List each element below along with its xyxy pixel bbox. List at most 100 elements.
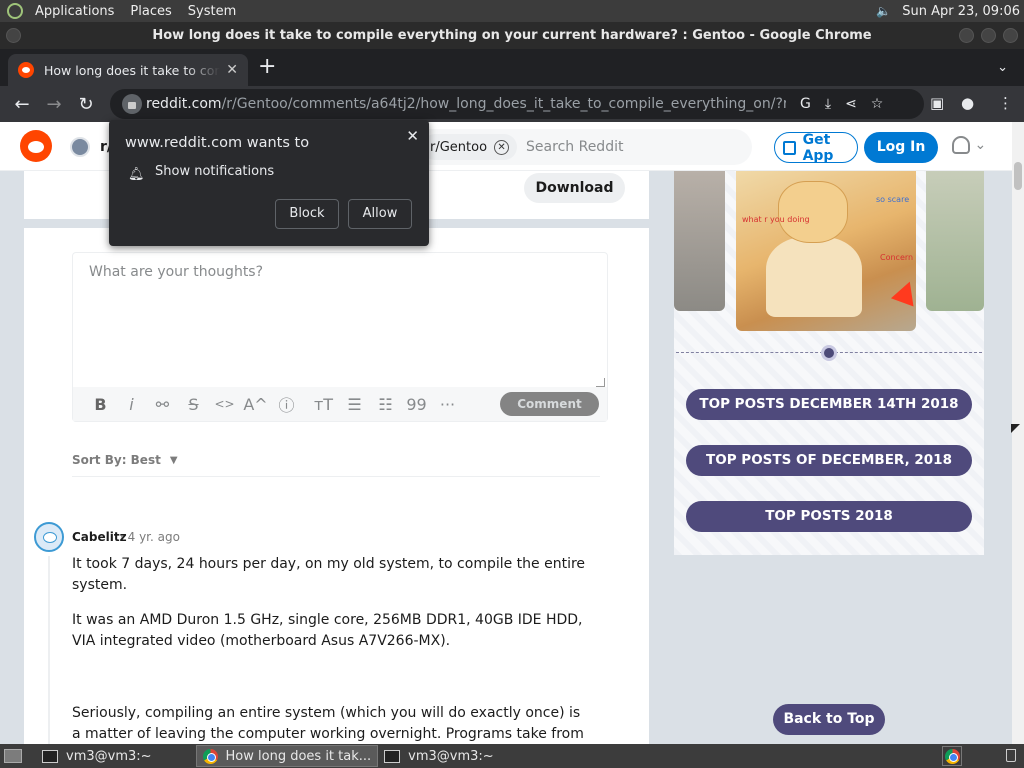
popup-title: www.reddit.com wants to: [125, 135, 310, 151]
bulleted-list-icon[interactable]: ☰: [339, 395, 370, 414]
get-app-button[interactable]: Get App: [774, 132, 858, 164]
carousel-indicator[interactable]: [821, 345, 837, 361]
top-panel: Applications Places System 🔈 Sun Apr 23,…: [0, 0, 1024, 22]
taskbar-item-terminal[interactable]: vm3@vm3:~: [378, 745, 500, 767]
top-posts-day-button[interactable]: TOP POSTS DECEMBER 14TH 2018: [686, 389, 972, 420]
more-options-icon[interactable]: ···: [432, 395, 463, 414]
back-to-top-button[interactable]: Back to Top: [773, 704, 885, 735]
site-info-icon[interactable]: [122, 94, 142, 114]
close-icon[interactable]: ✕: [406, 127, 419, 145]
scrollbar-thumb[interactable]: [1014, 162, 1022, 190]
meme-caption: so scare: [876, 195, 910, 204]
chrome-icon: [944, 748, 960, 764]
carousel-image-left[interactable]: [674, 171, 725, 311]
login-button[interactable]: Log In: [864, 132, 938, 163]
mouse-pointer-icon: [1011, 424, 1020, 433]
maximize-icon[interactable]: [981, 28, 996, 43]
spoiler-icon[interactable]: ⓘ: [271, 392, 302, 416]
window-title-bar[interactable]: How long does it take to compile everyth…: [0, 22, 1024, 49]
link-icon[interactable]: ⚯: [147, 395, 178, 414]
volume-icon[interactable]: 🔈: [876, 4, 892, 18]
top-posts-month-button[interactable]: TOP POSTS OF DECEMBER, 2018: [686, 445, 972, 476]
google-lens-icon[interactable]: G: [800, 96, 811, 112]
comment-timestamp[interactable]: · 4 yr. ago: [120, 530, 180, 544]
carousel-image-right[interactable]: [926, 171, 984, 311]
page-scrollbar[interactable]: [1012, 122, 1024, 744]
search-input[interactable]: Search Reddit: [526, 139, 623, 155]
reload-button[interactable]: ↻: [70, 94, 102, 115]
italic-icon[interactable]: i: [116, 395, 147, 414]
caret-down-icon: ▼: [169, 454, 178, 466]
comment-input[interactable]: What are your thoughts?: [89, 264, 263, 280]
reddit-favicon-icon: [18, 62, 34, 78]
profile-avatar-icon[interactable]: ●: [961, 94, 974, 112]
divider: [72, 476, 600, 477]
carousel-image-doge[interactable]: what r you doing so scare Concern: [736, 171, 922, 331]
window-menu-icon[interactable]: [6, 28, 21, 43]
editor-toolbar: B i ⚯ S <> A^ ⓘ тT ☰ ☷ 99 ··· Comment: [73, 387, 607, 421]
reddit-search-bar[interactable]: r/Gentoo ✕ Search Reddit: [412, 129, 752, 165]
superscript-icon[interactable]: A^: [240, 395, 271, 414]
quote-block-icon[interactable]: 99: [401, 395, 432, 414]
top-posts-year-button[interactable]: TOP POSTS 2018: [686, 501, 972, 532]
comment-editor[interactable]: What are your thoughts? B i ⚯ S <> A^ ⓘ …: [72, 252, 608, 422]
taskbar-item-chrome[interactable]: How long does it tak...: [195, 745, 379, 767]
comment-submit-button[interactable]: Comment: [500, 392, 599, 416]
resize-grip-icon[interactable]: [596, 378, 605, 387]
panel-clock[interactable]: Sun Apr 23, 09:06: [902, 4, 1020, 19]
community-avatar-icon[interactable]: [70, 137, 90, 157]
forward-button[interactable]: →: [38, 94, 70, 115]
commenter-avatar[interactable]: [34, 522, 64, 552]
comment-author[interactable]: Cabelitz: [72, 530, 127, 544]
user-dropdown-button[interactable]: ⌄: [952, 136, 986, 154]
permission-text: Show notifications: [155, 164, 275, 179]
allow-button[interactable]: Allow: [348, 199, 412, 229]
clear-chip-icon[interactable]: ✕: [494, 139, 510, 155]
browser-tab[interactable]: How long does it take to compile everyth…: [8, 54, 248, 86]
menu-applications[interactable]: Applications: [27, 4, 122, 19]
inline-code-icon[interactable]: <>: [209, 397, 240, 411]
tab-strip: How long does it take to compile everyth…: [0, 49, 1024, 86]
doge-head: [778, 181, 848, 243]
strikethrough-icon[interactable]: S: [178, 395, 209, 414]
meme-caption: Concern: [880, 253, 914, 262]
tab-search-chevron-icon[interactable]: ⌄: [997, 60, 1008, 75]
back-button[interactable]: ←: [6, 94, 38, 115]
qr-code-icon: [783, 140, 796, 155]
minimize-icon[interactable]: [959, 28, 974, 43]
trash-icon[interactable]: [1006, 749, 1016, 762]
comment-paragraph: It was an AMD Duron 1.5 GHz, single core…: [72, 612, 583, 649]
install-app-icon[interactable]: ⤓: [825, 96, 831, 112]
terminal-icon: [42, 749, 58, 763]
terminal-icon: [384, 749, 401, 763]
address-bar[interactable]: reddit.com/r/Gentoo/comments/a64tj2/how_…: [110, 89, 924, 119]
tab-close-icon[interactable]: ✕: [226, 62, 238, 78]
gnome-foot-icon[interactable]: [7, 3, 23, 19]
chrome-menu-icon[interactable]: ⋮: [998, 94, 1013, 112]
numbered-list-icon[interactable]: ☷: [370, 395, 401, 414]
menu-places[interactable]: Places: [122, 4, 179, 19]
thread-line[interactable]: [48, 556, 50, 744]
heading-icon[interactable]: тT: [308, 395, 339, 414]
bookmark-star-icon[interactable]: ☆: [871, 96, 884, 112]
sort-dropdown[interactable]: Sort By: Best ▼: [72, 453, 178, 467]
comment-paragraph: Seriously, compiling an entire system (w…: [72, 705, 584, 742]
block-button[interactable]: Block: [275, 199, 339, 229]
window-title: How long does it take to compile everyth…: [152, 28, 872, 43]
share-icon[interactable]: ⋖: [845, 96, 857, 112]
search-community-chip[interactable]: r/Gentoo ✕: [422, 134, 518, 160]
tray-chrome-launcher[interactable]: [942, 746, 962, 766]
side-panel-icon[interactable]: ▣: [930, 94, 944, 112]
meme-caption: what r you doing: [742, 215, 810, 224]
taskbar-item-terminal[interactable]: vm3@vm3:~: [36, 745, 158, 767]
community-sidebar-card: what r you doing so scare Concern TOP PO…: [674, 171, 984, 555]
close-window-icon[interactable]: [1003, 28, 1018, 43]
bold-icon[interactable]: B: [85, 395, 116, 414]
new-tab-button[interactable]: +: [258, 56, 276, 78]
show-desktop-icon[interactable]: [4, 749, 22, 763]
bell-icon: 🔔︎: [128, 167, 145, 182]
menu-system[interactable]: System: [180, 4, 244, 19]
reddit-logo-icon[interactable]: [20, 130, 52, 162]
download-button[interactable]: Download: [524, 173, 625, 203]
url-text[interactable]: reddit.com/r/Gentoo/comments/a64tj2/how_…: [146, 96, 786, 112]
